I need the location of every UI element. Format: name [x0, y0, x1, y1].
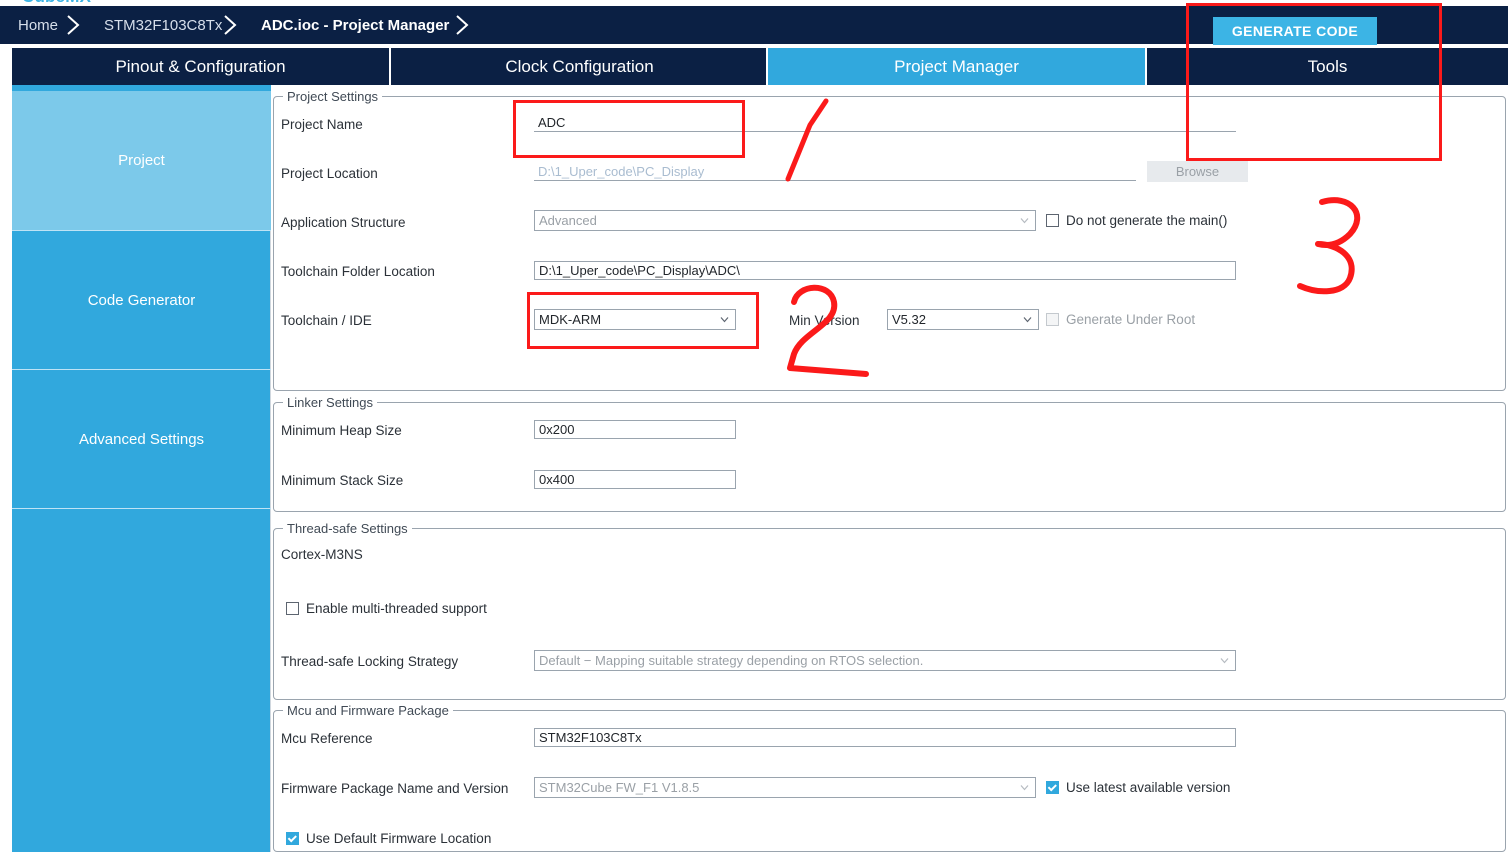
toolchain-ide-select[interactable]: MDK-ARM [534, 309, 736, 330]
breadcrumb: Home STM32F103C8Tx ADC.ioc - Project Man… [0, 6, 1508, 45]
sidebar-item-advanced-settings[interactable]: Advanced Settings [12, 370, 271, 509]
thread-safe-locking-strategy-select[interactable]: Default − Mapping suitable strategy depe… [534, 650, 1236, 671]
main-tabs: Pinout & Configuration Clock Configurati… [0, 48, 1508, 85]
toolchain-ide-value: MDK-ARM [539, 312, 602, 327]
min-version-select[interactable]: V5.32 [887, 309, 1039, 330]
use-default-firmware-location-label: Use Default Firmware Location [306, 831, 492, 846]
breadcrumb-item-current: ADC.ioc - Project Manager [261, 16, 450, 34]
sidebar-item-project[interactable]: Project [12, 91, 271, 231]
project-settings-title: Project Settings [283, 89, 383, 104]
project-manager-content: Project Settings Project Name ADC Projec… [271, 85, 1508, 852]
use-latest-version-label: Use latest available version [1066, 780, 1231, 795]
stm32cubemx-window: CubeMX Home STM32F103C8Tx ADC.ioc - Proj… [0, 0, 1508, 852]
min-version-value: V5.32 [892, 312, 926, 327]
thread-safe-locking-strategy-value: Default − Mapping suitable strategy depe… [539, 653, 924, 668]
generate-code-button[interactable]: GENERATE CODE [1213, 17, 1377, 45]
sidebar-item-label: Code Generator [87, 291, 196, 309]
breadcrumb-item-mcu[interactable]: STM32F103C8Tx [104, 6, 222, 44]
generate-under-root-checkbox[interactable]: Generate Under Root [1046, 312, 1195, 327]
application-structure-value: Advanced [539, 213, 597, 228]
checkbox-box [1046, 214, 1059, 227]
checkbox-box [1046, 781, 1059, 794]
application-structure-label: Application Structure [281, 215, 406, 230]
minimum-stack-size-input[interactable]: 0x400 [534, 470, 736, 489]
tab-project-manager[interactable]: Project Manager [768, 48, 1145, 85]
use-default-firmware-location-checkbox[interactable]: Use Default Firmware Location [286, 831, 491, 846]
linker-settings-group: Linker Settings [273, 395, 1506, 512]
checkbox-box [1046, 313, 1059, 326]
breadcrumb-item-home[interactable]: Home [18, 6, 58, 44]
checkbox-box [286, 832, 299, 845]
minimum-heap-size-label: Minimum Heap Size [281, 423, 402, 438]
project-manager-sidebar: Project Code Generator Advanced Settings [12, 91, 271, 852]
chevron-down-icon [1020, 216, 1029, 225]
enable-multithreaded-support-checkbox[interactable]: Enable multi-threaded support [286, 601, 487, 616]
chevron-down-icon [720, 315, 729, 324]
project-location-label: Project Location [281, 166, 378, 181]
generate-under-root-label: Generate Under Root [1066, 312, 1196, 327]
project-settings-group: Project Settings [273, 89, 1506, 391]
minimum-stack-size-label: Minimum Stack Size [281, 473, 404, 488]
project-name-label: Project Name [281, 117, 363, 132]
application-structure-select[interactable]: Advanced [534, 210, 1036, 231]
chevron-down-icon [1023, 315, 1032, 324]
firmware-package-select[interactable]: STM32Cube FW_F1 V1.8.5 [534, 777, 1036, 798]
project-name-input[interactable]: ADC [534, 113, 1236, 132]
checkbox-box [286, 602, 299, 615]
firmware-package-label: Firmware Package Name and Version [281, 781, 509, 796]
min-version-label: Min Version [789, 313, 860, 328]
sidebar-item-label: Project [118, 152, 165, 169]
do-not-generate-main-label: Do not generate the main() [1066, 213, 1228, 228]
thread-safe-settings-title: Thread-safe Settings [283, 521, 412, 536]
mcu-reference-input[interactable]: STM32F103C8Tx [534, 728, 1236, 747]
thread-safe-locking-strategy-label: Thread-safe Locking Strategy [281, 654, 459, 669]
toolchain-folder-input[interactable]: D:\1_Uper_code\PC_Display\ADC\ [534, 261, 1236, 280]
chevron-right-icon [455, 14, 471, 36]
chevron-down-icon [1220, 656, 1229, 665]
mcu-firmware-package-title: Mcu and Firmware Package [283, 703, 453, 718]
tab-clock-configuration[interactable]: Clock Configuration [391, 48, 768, 85]
chevron-right-icon [66, 14, 82, 36]
tab-pinout-configuration[interactable]: Pinout & Configuration [12, 48, 389, 85]
firmware-package-value: STM32Cube FW_F1 V1.8.5 [539, 780, 700, 795]
browse-button[interactable]: Browse [1147, 161, 1248, 182]
do-not-generate-main-checkbox[interactable]: Do not generate the main() [1046, 213, 1227, 228]
toolchain-folder-label: Toolchain Folder Location [281, 264, 435, 279]
sidebar-item-label: Advanced Settings [78, 430, 205, 448]
sidebar-item-code-generator[interactable]: Code Generator [12, 231, 271, 370]
chevron-down-icon [1020, 783, 1029, 792]
linker-settings-title: Linker Settings [283, 395, 377, 410]
project-location-input[interactable]: D:\1_Uper_code\PC_Display [534, 162, 1136, 181]
sidebar-item-empty[interactable] [12, 509, 271, 852]
chevron-right-icon [223, 14, 239, 36]
minimum-heap-size-input[interactable]: 0x200 [534, 420, 736, 439]
enable-multithreaded-support-label: Enable multi-threaded support [306, 601, 487, 616]
use-latest-version-checkbox[interactable]: Use latest available version [1046, 780, 1230, 795]
mcu-reference-label: Mcu Reference [281, 731, 373, 746]
tab-tools[interactable]: Tools [1147, 48, 1508, 85]
cortex-core-label: Cortex-M3NS [281, 547, 363, 562]
toolchain-ide-label: Toolchain / IDE [281, 313, 372, 328]
